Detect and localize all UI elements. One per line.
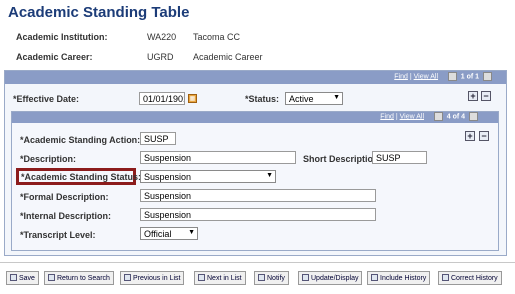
page-title: Academic Standing Table — [8, 4, 190, 21]
notify-button[interactable]: Notify — [254, 271, 289, 285]
effective-date-grid: Find | View All 1 of 1 + − *Effective Da… — [4, 70, 507, 256]
institution-description: Tacoma CC — [193, 32, 241, 42]
view-all-link[interactable]: View All — [414, 73, 438, 80]
standing-action-grid: Find | View All 4 of 4 + − *Academic Sta… — [11, 111, 499, 251]
previous-in-list-label: Previous in List — [133, 275, 181, 282]
update-icon — [302, 274, 309, 281]
chevron-down-icon: ▼ — [188, 229, 195, 236]
calendar-icon[interactable]: ▦ — [188, 94, 197, 103]
last-row-icon[interactable] — [483, 72, 492, 81]
previous-icon — [124, 274, 131, 281]
inner-grid-header-bar: Find | View All 4 of 4 — [12, 112, 498, 123]
inner-grid-navigation: Find | View All 4 of 4 — [380, 112, 480, 121]
correct-history-button[interactable]: Correct History — [438, 271, 502, 285]
return-icon — [48, 274, 55, 281]
next-in-list-label: Next in List — [207, 275, 242, 282]
formal-description-label: *Formal Description: — [20, 192, 109, 202]
next-row-icon[interactable] — [469, 112, 478, 121]
delete-row-icon[interactable]: − — [479, 131, 489, 141]
career-description: Academic Career — [193, 52, 263, 62]
include-history-label: Include History — [380, 275, 427, 282]
effective-date-field[interactable]: 01/01/1901 — [139, 92, 185, 105]
internal-description-label: *Internal Description: — [20, 211, 112, 221]
update-display-button[interactable]: Update/Display — [298, 271, 363, 285]
page-toolbar: Save Return to Search Previous in List N… — [0, 262, 515, 294]
next-in-list-button[interactable]: Next in List — [194, 271, 246, 285]
formal-description-field[interactable]: Suspension — [140, 189, 376, 202]
include-history-button[interactable]: Include History — [367, 271, 431, 285]
description-field[interactable]: Suspension — [140, 151, 296, 164]
correct-history-label: Correct History — [451, 275, 498, 282]
institution-code: WA220 — [147, 32, 177, 42]
career-label: Academic Career: — [16, 52, 93, 62]
delete-row-icon[interactable]: − — [481, 91, 491, 101]
update-display-label: Update/Display — [311, 275, 359, 282]
standing-status-selected-value: Suspension — [144, 172, 192, 182]
next-icon — [198, 274, 205, 281]
correct-icon — [442, 274, 449, 281]
transcript-level-select[interactable]: Official ▼ — [140, 227, 198, 240]
institution-label: Academic Institution: — [16, 32, 108, 42]
standing-action-label: *Academic Standing Action: — [20, 135, 141, 145]
status-select[interactable]: Active ▼ — [285, 92, 343, 105]
find-link[interactable]: Find — [394, 73, 408, 80]
career-code: UGRD — [147, 52, 174, 62]
find-link[interactable]: Find — [380, 113, 394, 120]
status-label: *Status: — [245, 94, 280, 104]
standing-action-field[interactable]: SUSP — [140, 132, 176, 145]
save-icon — [10, 274, 17, 281]
return-to-search-button[interactable]: Return to Search — [44, 271, 114, 285]
standing-status-select[interactable]: Suspension ▼ — [140, 170, 276, 183]
chevron-down-icon: ▼ — [266, 172, 273, 179]
return-to-search-label: Return to Search — [57, 275, 110, 282]
history-icon — [371, 274, 378, 281]
add-row-icon[interactable]: + — [468, 91, 478, 101]
save-button[interactable]: Save — [6, 271, 39, 285]
chevron-down-icon: ▼ — [333, 94, 340, 101]
view-all-link[interactable]: View All — [400, 113, 424, 120]
previous-row-icon[interactable] — [433, 112, 443, 121]
notify-icon — [258, 274, 265, 281]
row-count: 4 of 4 — [446, 113, 466, 121]
status-selected-value: Active — [289, 94, 314, 104]
row-count: 1 of 1 — [460, 73, 480, 81]
notify-label: Notify — [267, 275, 285, 282]
short-description-label: Short Description: — [303, 154, 382, 164]
internal-description-field[interactable]: Suspension — [140, 208, 376, 221]
first-row-icon[interactable] — [447, 72, 457, 81]
transcript-level-selected-value: Official — [144, 229, 172, 239]
save-label: Save — [19, 275, 35, 282]
add-row-icon[interactable]: + — [465, 131, 475, 141]
previous-in-list-button[interactable]: Previous in List — [120, 271, 185, 285]
transcript-level-label: *Transcript Level: — [20, 230, 96, 240]
description-label: *Description: — [20, 154, 77, 164]
effective-date-label: *Effective Date: — [13, 94, 80, 104]
short-description-field[interactable]: SUSP — [372, 151, 427, 164]
grid-navigation: Find | View All 1 of 1 — [394, 72, 494, 81]
grid-header-bar: Find | View All 1 of 1 — [5, 71, 506, 84]
standing-status-label: *Academic Standing Status: — [21, 172, 142, 182]
